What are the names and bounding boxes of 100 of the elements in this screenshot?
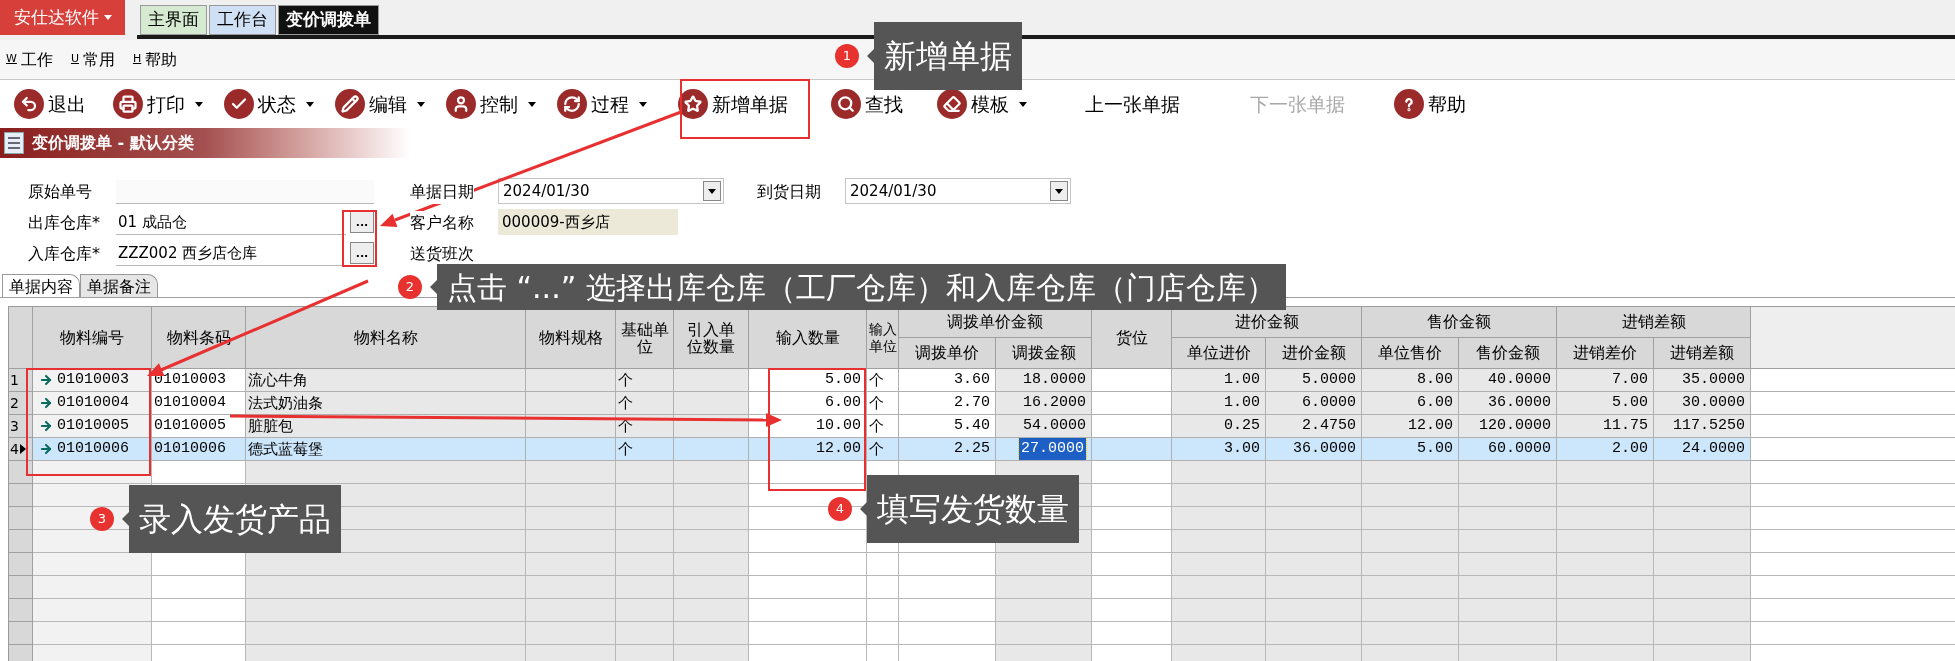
cell-text: 5.40 [954, 415, 990, 436]
cell-text: 个 [869, 369, 884, 391]
search-icon [831, 89, 861, 119]
menu-item[interactable]: W 工作 [6, 47, 53, 72]
cell-text: 12.00 [1408, 415, 1453, 436]
current-row-icon [19, 444, 26, 454]
cell-text: 01010004 [57, 392, 129, 413]
cell-text: 2.25 [954, 438, 990, 459]
document-title: 变价调拨单 - 默认分类 [32, 132, 194, 154]
toolbar-button[interactable]: 查找 [831, 89, 903, 119]
cell-text: 10.00 [816, 415, 861, 436]
tab[interactable]: 单据内容 [2, 274, 80, 297]
cell-text: 01010003 [57, 369, 129, 390]
cell-text: 7.00 [1612, 369, 1648, 390]
cell-text: 2.00 [1612, 438, 1648, 459]
window-tab[interactable]: 主界面 [140, 5, 207, 35]
row-number: 1 [10, 370, 19, 390]
toolbar-button[interactable]: 帮助 [1394, 89, 1466, 119]
arrow-right-icon [39, 373, 53, 387]
cell-text: 01010005 [57, 415, 129, 436]
tab[interactable]: 单据备注 [80, 274, 158, 297]
cell-text: 3.00 [1224, 438, 1260, 459]
document-icon [4, 132, 24, 154]
table-row[interactable]: 1 01010003 01010003 流心牛角 个 5.00 个 3.60 18.0000 1.00 5.0000 8.00 40.0000 7.00 35.0000 [9, 369, 1955, 392]
cell-text: 脏脏包 [248, 415, 293, 437]
cell-text: 01010005 [154, 415, 226, 436]
highlight-frame [342, 210, 377, 267]
row-number: 4 [10, 439, 19, 459]
cell-text: 54.0000 [1023, 415, 1086, 436]
undo-icon [14, 89, 44, 119]
date-field[interactable]: 2024/01/30 [498, 178, 724, 204]
callout-label: 点击 “...” 选择出库仓库（工厂仓库）和入库仓库（门店仓库） [430, 264, 1286, 310]
menu-item[interactable]: H 帮助 [132, 47, 178, 72]
table-row[interactable]: 3 01010005 01010005 脏脏包 个 10.00 个 5.40 54.0000 0.25 2.4750 12.00 120.0000 11.75 117.5250 [9, 415, 1955, 438]
cell-text: 个 [618, 438, 633, 460]
window-tab[interactable]: 工作台 [209, 5, 276, 35]
toolbar-button[interactable]: 状态 [224, 89, 314, 119]
input-field[interactable]: 01 成品仓 [116, 211, 346, 235]
cell-text: 01010006 [57, 438, 129, 459]
cell-text: 5.0000 [1302, 369, 1356, 390]
table-cell [616, 576, 674, 599]
column-header: 物料编号 [33, 307, 152, 369]
table-row[interactable]: 2 01010004 01010004 法式奶油条 个 6.00 个 2.70 16.2000 1.00 6.0000 6.00 36.0000 5.00 30.0000 [9, 392, 1955, 415]
toolbar-button[interactable]: 打印 [113, 89, 203, 119]
cell-text: 6.00 [1417, 392, 1453, 413]
callout-label: 录入发货产品 [122, 485, 341, 553]
browse-button[interactable]: ... [350, 242, 374, 264]
cell-text: 36.0000 [1488, 392, 1551, 413]
caret-icon [708, 188, 716, 194]
menu-item[interactable]: U 常用 [70, 47, 115, 72]
app-menu-button[interactable]: 安仕达软件 [0, 0, 125, 35]
callout-label: 新增单据 [867, 22, 1022, 90]
table-cell [616, 599, 674, 622]
toolbar-button[interactable]: 退出 [14, 89, 86, 119]
table-cell [867, 622, 899, 645]
cell-text: 个 [618, 415, 633, 437]
input-field[interactable]: ZZZ002 西乡店仓库 [116, 242, 346, 266]
table-cell [867, 599, 899, 622]
dropdown-icon[interactable] [703, 181, 721, 201]
row-number: 2 [10, 393, 19, 413]
eraser-icon [937, 89, 967, 119]
table-cell [616, 507, 674, 530]
toolbar-button[interactable]: 过程 [557, 89, 647, 119]
callout-label: 填写发货数量 [860, 475, 1079, 543]
caret-icon [1055, 188, 1063, 194]
cell-text: 5.00 [1612, 392, 1648, 413]
table-row[interactable]: 4 01010006 01010006 德式蓝莓堡 个 12.00 个 2.25 27.0000 3.00 36.0000 5.00 60.0000 2.00 24.0000 [9, 438, 1955, 461]
toolbar-button[interactable]: 编辑 [335, 89, 425, 119]
table-cell [616, 461, 674, 484]
date-field[interactable]: 2024/01/30 [845, 178, 1071, 204]
toolbar-button[interactable]: 上一张单据 [1085, 89, 1180, 119]
cell-text: 01010006 [154, 438, 226, 459]
field-label: 单据日期 [410, 180, 474, 204]
dropdown-icon[interactable] [1050, 181, 1068, 201]
cell-text: 01010003 [154, 369, 226, 390]
cell-text: 5.00 [825, 369, 861, 390]
table-cell [867, 553, 899, 576]
row-number: 3 [10, 416, 19, 436]
window-tab[interactable]: 变价调拨单 [278, 5, 379, 35]
cell-text: 01010004 [154, 392, 226, 413]
table-cell [867, 576, 899, 599]
input-field[interactable] [116, 180, 374, 204]
cell-text: 1.00 [1224, 369, 1260, 390]
table-cell [616, 530, 674, 553]
cell-text: 120.0000 [1479, 415, 1551, 436]
table-cell [616, 622, 674, 645]
cell-text: 36.0000 [1293, 438, 1356, 459]
cell-text: 流心牛角 [248, 369, 308, 391]
cell-text: 1.00 [1224, 392, 1260, 413]
column-group-header: 售价金额 [1362, 307, 1557, 338]
cell-text: 60.0000 [1488, 438, 1551, 459]
cell-text: 35.0000 [1682, 369, 1745, 390]
cell-text: 个 [869, 438, 884, 460]
toolbar-button[interactable]: 新增单据 [678, 89, 788, 119]
cell-text: 16.2000 [1023, 392, 1086, 413]
browse-button[interactable]: ... [350, 211, 374, 233]
cell-text: 0.25 [1224, 415, 1260, 436]
toolbar-button[interactable]: 控制 [446, 89, 536, 119]
step-number: 2 [398, 275, 422, 299]
cell-text: 18.0000 [1023, 369, 1086, 390]
